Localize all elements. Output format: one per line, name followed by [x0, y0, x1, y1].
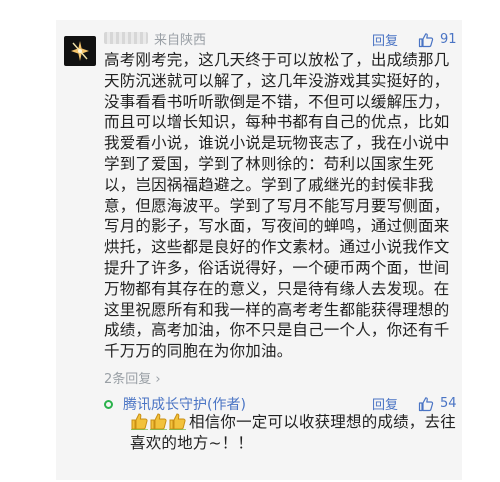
- comment-text: 高考刚考完，这几天终于可以放松了，出成绩那几天防沉迷就可以解了，这几年没游戏其实…: [104, 51, 450, 361]
- thumbs-up-emoji-group: [130, 412, 187, 430]
- sub-reply-author[interactable]: 腾讯成长守护(作者): [104, 394, 246, 414]
- blurred-username: [104, 32, 148, 44]
- thumbs-up-emoji-icon: [150, 413, 167, 430]
- comment-location: 来自陕西: [154, 32, 207, 48]
- sub-reply-author-name: 腾讯成长守护(作者): [123, 397, 246, 413]
- sub-reply-actions: 回复 54: [372, 394, 457, 413]
- thumbs-up-emoji-icon: [131, 413, 148, 430]
- green-circle-icon: [104, 399, 113, 409]
- more-replies-link[interactable]: 2条回复 ›: [104, 368, 161, 387]
- sparkle-avatar-icon: [71, 41, 89, 61]
- reply-button[interactable]: 回复: [372, 30, 398, 49]
- like-count: 91: [440, 32, 457, 47]
- sub-reply-button[interactable]: 回复: [372, 394, 398, 413]
- sub-like-count: 54: [440, 396, 457, 411]
- user-avatar[interactable]: [64, 36, 96, 66]
- comment-meta: 来自陕西: [104, 30, 207, 48]
- thumb-up-icon[interactable]: [418, 396, 434, 412]
- thumb-up-icon[interactable]: [418, 32, 434, 48]
- thumbs-up-emoji-icon: [169, 413, 186, 430]
- sub-reply-text-block: 相信你一定可以收获理想的成绩，去往喜欢的地方~！！: [130, 412, 456, 454]
- comment-actions: 回复 91: [372, 30, 457, 49]
